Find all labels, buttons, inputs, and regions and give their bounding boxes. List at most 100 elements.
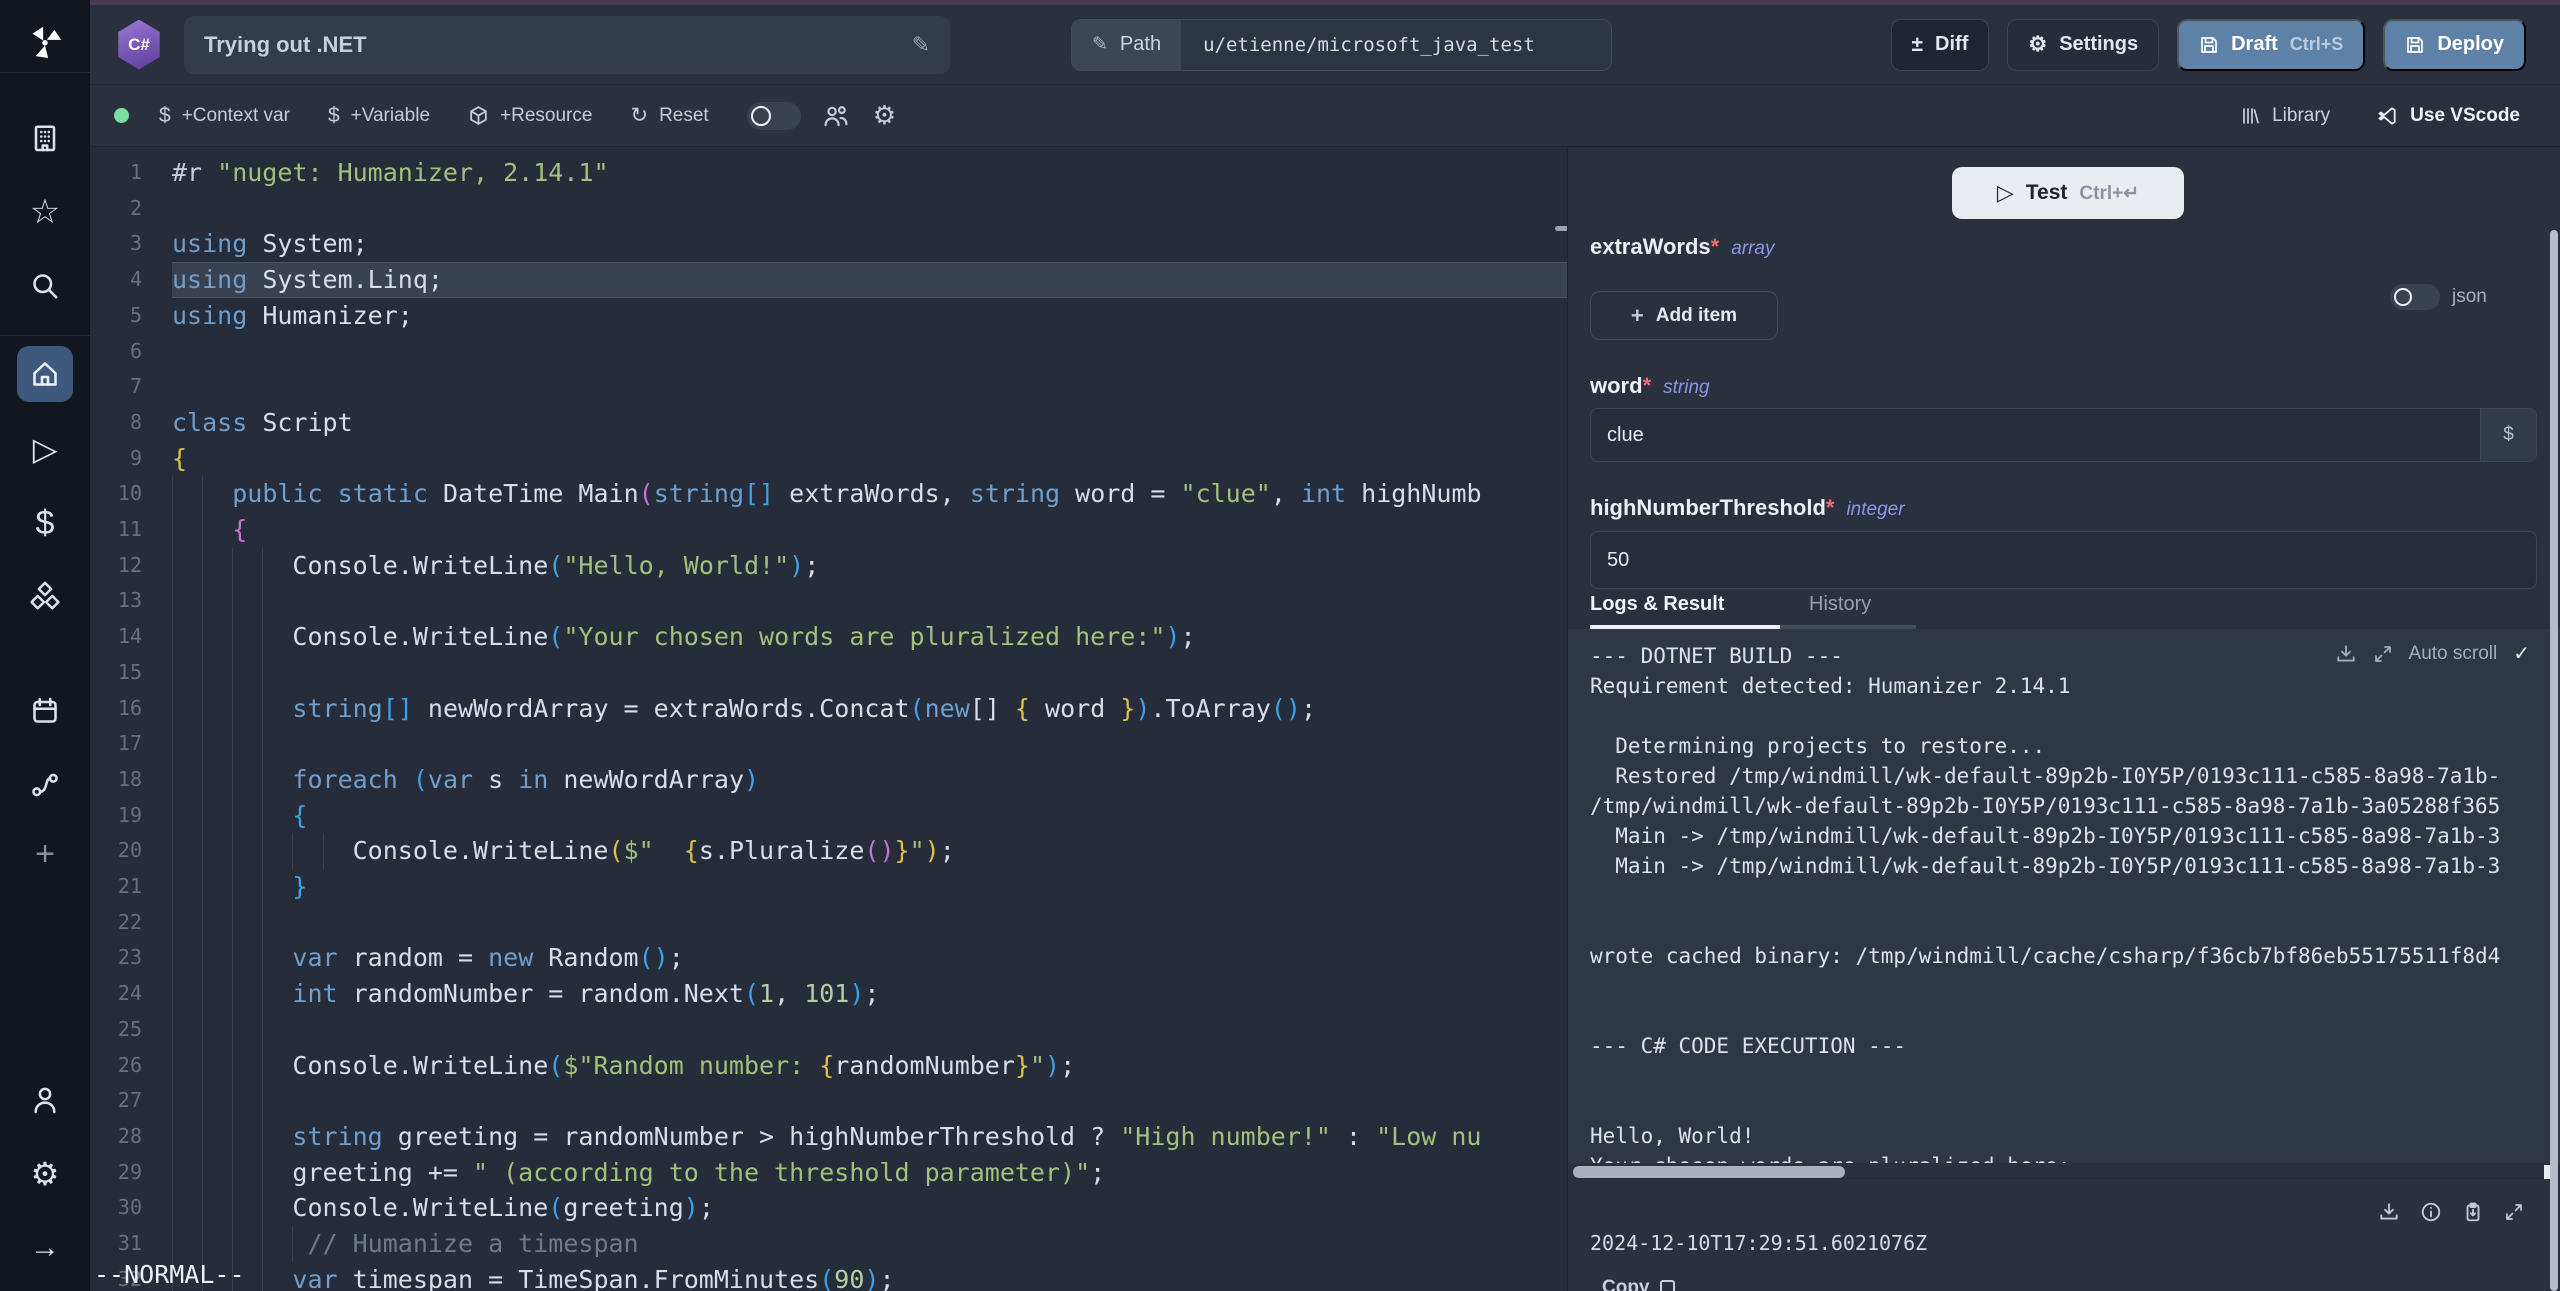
panel-resize-handle[interactable] <box>1555 226 1567 231</box>
sidebar-item-runs-play-icon[interactable]: ▷ <box>0 412 90 486</box>
add-item-button[interactable]: + Add item <box>1590 291 1778 340</box>
result-timestamp: 2024-12-10T17:29:51.6021076Z <box>1590 1231 1927 1255</box>
diff-button[interactable]: ± Diff <box>1891 19 1990 71</box>
field-type: string <box>1663 377 1709 399</box>
add-variable-button[interactable]: $ +Variable <box>328 105 430 127</box>
result-tabs: Logs & Result History <box>1568 593 2560 629</box>
sidebar-item-flows-route-icon[interactable] <box>0 748 90 822</box>
library-books-icon <box>2240 106 2260 126</box>
collaborators-users-icon[interactable] <box>823 103 849 129</box>
use-vscode-button[interactable]: Use VScode <box>2376 105 2520 127</box>
line-number: 22 <box>90 905 172 941</box>
account-person-icon[interactable] <box>0 1063 90 1137</box>
tab-history[interactable]: History <box>1809 593 1871 616</box>
add-item-label: Add item <box>1656 305 1737 327</box>
expand-result-icon[interactable] <box>2504 1202 2524 1222</box>
workspace-building-icon[interactable] <box>0 101 90 175</box>
code-line[interactable]: 1#r "nuget: Humanizer, 2.14.1" <box>90 155 1567 191</box>
sidebar-item-home[interactable] <box>17 346 73 402</box>
code-line[interactable]: 28 string greeting = randomNumber > high… <box>90 1119 1567 1155</box>
log-line: /tmp/windmill/wk-default-89p2b-I0Y5P/019… <box>1590 791 2560 821</box>
add-resource-button[interactable]: +Resource <box>468 105 592 127</box>
draft-button[interactable]: Draft Ctrl+S <box>2177 19 2365 71</box>
code-line[interactable]: 26 Console.WriteLine($"Random number: {r… <box>90 1048 1567 1084</box>
copy-clipboard-icon[interactable] <box>2462 1201 2484 1223</box>
diff-mode-toggle[interactable] <box>747 102 801 130</box>
add-context-var-button[interactable]: $ +Context var <box>159 105 290 127</box>
word-input[interactable]: clue $ <box>1590 408 2537 462</box>
page-vertical-scrollbar[interactable] <box>2550 230 2558 1291</box>
code-line[interactable]: 22 <box>90 905 1567 941</box>
code-editor[interactable]: 1#r "nuget: Humanizer, 2.14.1"23using Sy… <box>90 147 1567 1291</box>
editor-settings-gear-icon[interactable]: ⚙ <box>873 100 896 131</box>
highnumberthreshold-input[interactable]: 50 <box>1590 531 2537 589</box>
auto-scroll-checkbox[interactable]: ✓ <box>2513 641 2530 666</box>
info-icon[interactable] <box>2420 1201 2442 1223</box>
package-box-icon <box>468 105 489 126</box>
code-line[interactable]: 32 var timespan = TimeSpan.FromMinutes(9… <box>90 1262 1567 1291</box>
windmill-logo-icon[interactable] <box>25 14 65 72</box>
favorites-star-icon[interactable]: ☆ <box>0 175 90 249</box>
sidebar-item-variables-dollar-icon[interactable]: $ <box>0 486 90 560</box>
code-line[interactable]: 29 greeting += " (according to the thres… <box>90 1155 1567 1191</box>
line-number: 2 <box>90 191 172 227</box>
code-line[interactable]: 30 Console.WriteLine(greeting); <box>90 1190 1567 1226</box>
collapse-arrow-right-icon[interactable]: → <box>0 1211 90 1285</box>
code-line[interactable]: 4using System.Linq; <box>90 262 1567 298</box>
search-icon[interactable] <box>0 249 90 323</box>
diff-label: Diff <box>1935 33 1968 56</box>
code-line[interactable]: 2 <box>90 191 1567 227</box>
code-line[interactable]: 11 { <box>90 512 1567 548</box>
path-value[interactable]: u/etienne/microsoft_java_test <box>1181 20 1611 70</box>
code-line[interactable]: 15 <box>90 655 1567 691</box>
line-number: 14 <box>90 619 172 655</box>
code-line[interactable]: 24 int randomNumber = random.Next(1, 101… <box>90 976 1567 1012</box>
code-line[interactable]: 10 public static DateTime Main(string[] … <box>90 476 1567 512</box>
line-number: 25 <box>90 1012 172 1048</box>
download-logs-icon[interactable] <box>2335 643 2357 665</box>
variable-picker-dollar-button[interactable]: $ <box>2480 409 2536 461</box>
tab-logs-result[interactable]: Logs & Result <box>1590 593 1724 616</box>
deploy-button[interactable]: Deploy <box>2383 19 2526 71</box>
highnumberthreshold-input-value: 50 <box>1591 549 2536 572</box>
code-line[interactable]: 12 Console.WriteLine("Hello, World!"); <box>90 548 1567 584</box>
line-number: 7 <box>90 369 172 405</box>
code-line[interactable]: 19 { <box>90 798 1567 834</box>
sidebar-add-plus-icon[interactable]: + <box>0 822 90 886</box>
sidebar: ☆ ▷ $ + ⚙ → <box>0 0 90 1291</box>
edit-title-pencil-icon[interactable]: ✎ <box>912 32 930 58</box>
logs-horizontal-scrollbar[interactable] <box>1573 1166 1845 1178</box>
settings-gear-icon[interactable]: ⚙ <box>0 1137 90 1211</box>
download-result-icon[interactable] <box>2378 1201 2400 1223</box>
code-line[interactable]: 23 var random = new Random(); <box>90 940 1567 976</box>
code-line[interactable]: 20 Console.WriteLine($" {s.Pluralize()}"… <box>90 833 1567 869</box>
code-line[interactable]: 13 <box>90 583 1567 619</box>
code-line[interactable]: 27 <box>90 1083 1567 1119</box>
code-line[interactable]: 3using System; <box>90 226 1567 262</box>
reset-button[interactable]: ↻ Reset <box>630 105 708 127</box>
code-line[interactable]: 18 foreach (var s in newWordArray) <box>90 762 1567 798</box>
logs-output[interactable]: --- DOTNET BUILD ---Requirement detected… <box>1568 629 2560 1163</box>
library-button[interactable]: Library <box>2240 105 2330 127</box>
code-line[interactable]: 5using Humanizer; <box>90 298 1567 334</box>
json-toggle[interactable] <box>2390 284 2440 310</box>
code-line[interactable]: 25 <box>90 1012 1567 1048</box>
code-line[interactable]: 14 Console.WriteLine("Your chosen words … <box>90 619 1567 655</box>
code-line[interactable]: 9{ <box>90 441 1567 477</box>
path-edit-button[interactable]: ✎ Path <box>1072 20 1181 70</box>
sidebar-item-schedules-calendar-icon[interactable] <box>0 674 90 748</box>
code-line[interactable]: 17 <box>90 726 1567 762</box>
sidebar-divider <box>0 72 90 73</box>
sidebar-item-resources-cubes-icon[interactable] <box>0 560 90 634</box>
code-line[interactable]: 6 <box>90 334 1567 370</box>
code-line[interactable]: 31 // Humanize a timespan <box>90 1226 1567 1262</box>
code-line[interactable]: 16 string[] newWordArray = extraWords.Co… <box>90 691 1567 727</box>
test-button[interactable]: ▷ Test Ctrl+↵ <box>1952 167 2184 219</box>
code-line[interactable]: 21 } <box>90 869 1567 905</box>
copy-result-button[interactable]: Copy <box>1602 1277 1675 1291</box>
code-line[interactable]: 8class Script <box>90 405 1567 441</box>
script-title-input[interactable]: Trying out .NET ✎ <box>184 16 950 74</box>
settings-button[interactable]: ⚙ Settings <box>2007 19 2159 71</box>
expand-logs-icon[interactable] <box>2373 644 2393 664</box>
code-line[interactable]: 7 <box>90 369 1567 405</box>
